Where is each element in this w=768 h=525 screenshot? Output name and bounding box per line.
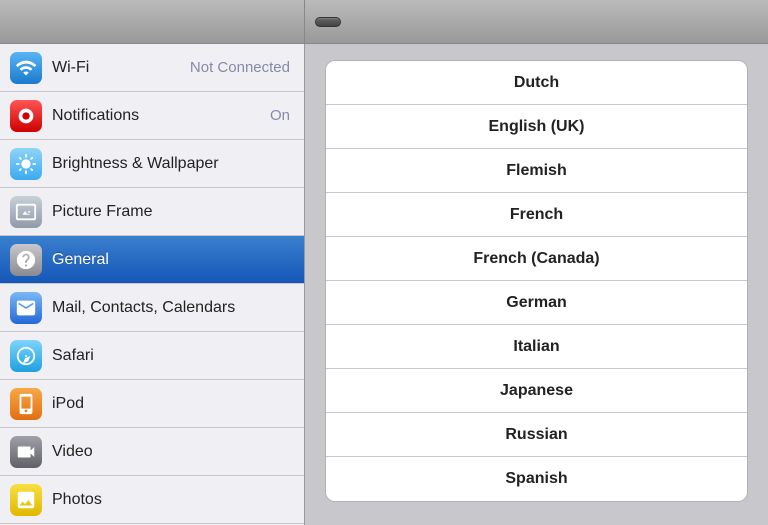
sidebar-label-photos: Photos [52,491,294,509]
keyboard-list-item[interactable]: Flemish [326,149,747,193]
sidebar-item-safari[interactable]: Safari [0,332,304,380]
keyboard-list-item[interactable]: Japanese [326,369,747,413]
sidebar-label-safari: Safari [52,347,294,365]
pictureframe-icon [10,196,42,228]
keyboard-list-item[interactable]: Dutch [326,61,747,105]
keyboard-list: Dutch English (UK) Flemish French French (Ca… [325,60,748,502]
sidebar: Wi-FiNot ConnectedNotificationsOnBrightn… [0,44,305,525]
keyboards-pill[interactable] [315,17,341,27]
keyboard-list-item[interactable]: Russian [326,413,747,457]
photos-icon [10,484,42,516]
notifications-icon [10,100,42,132]
sidebar-label-mail: Mail, Contacts, Calendars [52,299,294,317]
video-icon [10,436,42,468]
sidebar-label-brightness: Brightness & Wallpaper [52,155,294,173]
sidebar-label-pictureframe: Picture Frame [52,203,294,221]
keyboard-item-label: Russian [505,426,567,444]
keyboard-item-label: Spanish [505,470,567,488]
safari-icon [10,340,42,372]
sidebar-item-wifi[interactable]: Wi-FiNot Connected [0,44,304,92]
nav-right [305,0,768,43]
sidebar-item-video[interactable]: Video [0,428,304,476]
right-panel: Dutch English (UK) Flemish French French (Ca… [305,44,768,525]
sidebar-item-pictureframe[interactable]: Picture Frame [0,188,304,236]
keyboard-list-item[interactable]: Spanish [326,457,747,501]
sidebar-item-ipod[interactable]: iPod [0,380,304,428]
keyboard-item-label: Flemish [506,162,566,180]
keyboard-item-label: French (Canada) [473,250,599,268]
sidebar-label-notifications: Notifications [52,107,270,125]
ipod-icon [10,388,42,420]
mail-icon [10,292,42,324]
brightness-icon [10,148,42,180]
nav-settings-title [0,0,305,43]
sidebar-item-photos[interactable]: Photos [0,476,304,524]
keyboard-list-item[interactable]: German [326,281,747,325]
sidebar-item-mail[interactable]: Mail, Contacts, Calendars [0,284,304,332]
keyboard-item-label: Italian [513,338,559,356]
keyboard-item-label: German [506,294,566,312]
sidebar-label-ipod: iPod [52,395,294,413]
sidebar-status-wifi: Not Connected [190,59,290,76]
sidebar-label-wifi: Wi-Fi [52,59,190,77]
keyboard-list-item[interactable]: English (UK) [326,105,747,149]
keyboard-item-label: English (UK) [489,118,585,136]
general-icon [10,244,42,276]
sidebar-status-notifications: On [270,107,290,124]
wifi-icon [10,52,42,84]
sidebar-label-general: General [52,251,294,269]
nav-bar [0,0,768,44]
keyboard-item-label: Japanese [500,382,573,400]
keyboard-item-label: French [510,206,563,224]
sidebar-item-general[interactable]: General [0,236,304,284]
main-content: Wi-FiNot ConnectedNotificationsOnBrightn… [0,44,768,525]
sidebar-item-notifications[interactable]: NotificationsOn [0,92,304,140]
keyboard-list-item[interactable]: French [326,193,747,237]
sidebar-item-brightness[interactable]: Brightness & Wallpaper [0,140,304,188]
keyboard-list-item[interactable]: Italian [326,325,747,369]
keyboard-item-label: Dutch [514,74,559,92]
sidebar-label-video: Video [52,443,294,461]
keyboard-list-item[interactable]: French (Canada) [326,237,747,281]
